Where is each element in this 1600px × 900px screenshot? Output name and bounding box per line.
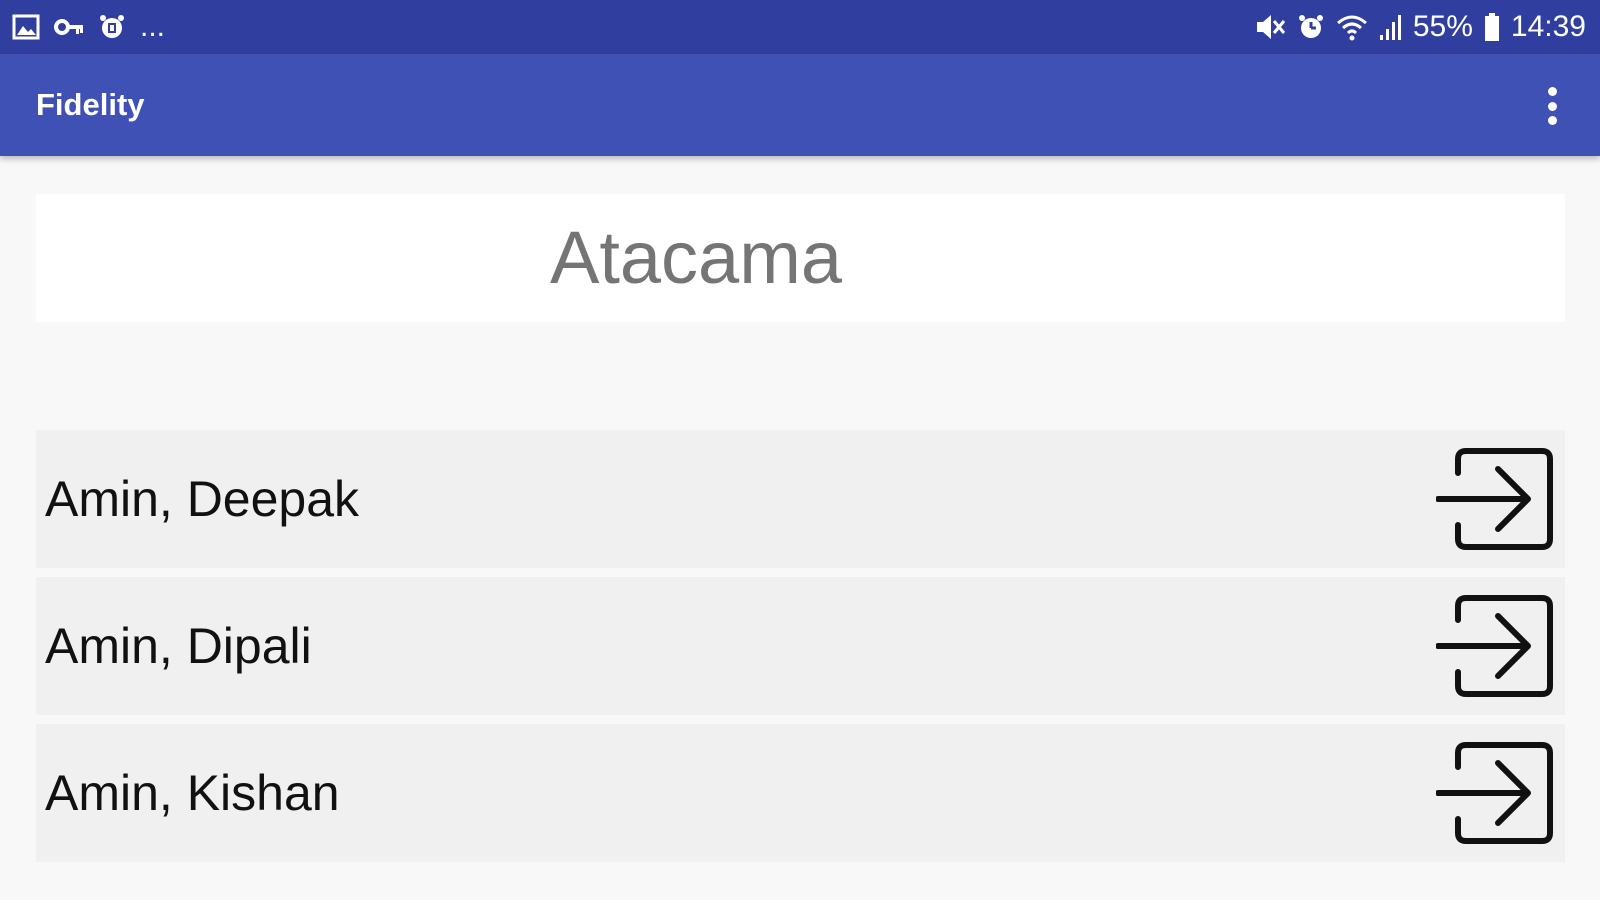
alarm-clock-icon — [100, 15, 124, 38]
more-vert-icon[interactable] — [1532, 84, 1572, 128]
menu-dot — [1547, 116, 1557, 125]
location-card: Atacama — [36, 194, 1565, 322]
alarm-icon — [1298, 15, 1323, 38]
signal-icon — [1379, 15, 1401, 40]
location-title: Atacama — [549, 216, 843, 299]
list-item[interactable]: Amin, Dipali — [36, 577, 1565, 715]
menu-dot — [1547, 87, 1557, 96]
list-item[interactable]: Amin, Deepak — [36, 430, 1565, 568]
battery-icon — [1484, 13, 1499, 41]
status-left-icons: ... — [12, 10, 166, 43]
notification-more: ... — [140, 10, 166, 43]
status-bar: ... 55% 14:39 — [0, 0, 1600, 54]
wifi-icon — [1336, 15, 1367, 41]
key-icon — [54, 19, 83, 35]
menu-dot — [1547, 101, 1557, 111]
list-item[interactable]: Amin, Kishan — [36, 724, 1565, 862]
person-list: Amin, Deepak Amin, Dipali Amin, Kishan — [36, 430, 1565, 871]
battery-percent: 55% — [1412, 10, 1473, 43]
clock-time: 14:39 — [1510, 10, 1586, 43]
person-name: Amin, Kishan — [45, 765, 340, 821]
sign-in-icon[interactable] — [1436, 445, 1560, 553]
app-bar: Fidelity — [0, 54, 1600, 156]
status-right-icons: 55% 14:39 — [1255, 10, 1586, 44]
app-title: Fidelity — [36, 87, 145, 122]
sign-in-icon[interactable] — [1436, 592, 1560, 700]
person-name: Amin, Dipali — [45, 618, 312, 674]
image-icon — [12, 14, 40, 40]
person-name: Amin, Deepak — [45, 471, 360, 527]
mute-icon — [1256, 15, 1286, 39]
sign-in-icon[interactable] — [1436, 739, 1560, 847]
